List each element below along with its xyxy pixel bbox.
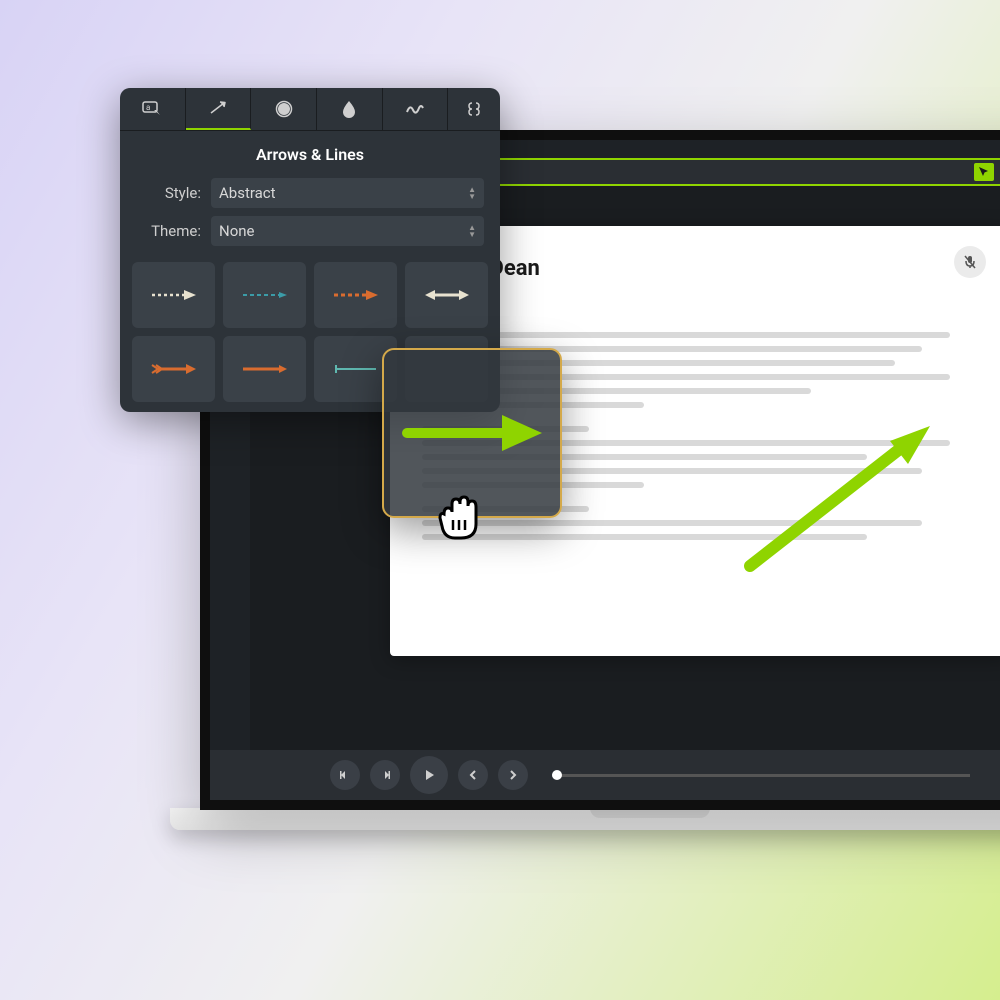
handles-tool-icon[interactable] (996, 163, 1000, 181)
style-label: Style: (136, 184, 201, 202)
playhead[interactable] (552, 770, 562, 780)
playbar (210, 750, 1000, 800)
theme-select[interactable]: None▲▼ (211, 216, 484, 246)
timeline-track[interactable] (552, 774, 970, 777)
theme-label: Theme: (136, 222, 201, 240)
pointer-tool-icon[interactable] (974, 163, 994, 181)
prev-button[interactable] (458, 760, 488, 790)
arrow-style-dotted-white[interactable] (132, 262, 215, 328)
tab-callout-icon[interactable]: a (120, 88, 186, 130)
svg-text:a: a (146, 103, 150, 112)
laptop-base (170, 808, 1000, 830)
panel-title: Arrows & Lines (120, 131, 500, 174)
arrow-style-double-white[interactable] (405, 262, 488, 328)
tab-keystroke-icon[interactable] (448, 88, 500, 130)
arrow-style-feather-orange[interactable] (132, 336, 215, 402)
stepper-icon: ▲▼ (468, 224, 476, 238)
tab-blur-icon[interactable] (317, 88, 383, 130)
tab-freehand-icon[interactable] (383, 88, 449, 130)
stepper-icon: ▲▼ (468, 186, 476, 200)
next-button[interactable] (498, 760, 528, 790)
play-button[interactable] (410, 756, 448, 794)
step-forward-button[interactable] (370, 760, 400, 790)
tab-shape-icon[interactable] (251, 88, 317, 130)
arrow-style-dashed-teal[interactable] (223, 262, 306, 328)
tab-arrow-icon[interactable] (186, 88, 252, 130)
arrow-style-solid-orange[interactable] (223, 336, 306, 402)
step-back-button[interactable] (330, 760, 360, 790)
grab-cursor-icon (430, 490, 486, 542)
arrow-style-dashed-orange[interactable] (314, 262, 397, 328)
style-select[interactable]: Abstract▲▼ (211, 178, 484, 208)
mute-icon[interactable] (954, 246, 986, 278)
document-author: Renee Dean (422, 256, 978, 281)
